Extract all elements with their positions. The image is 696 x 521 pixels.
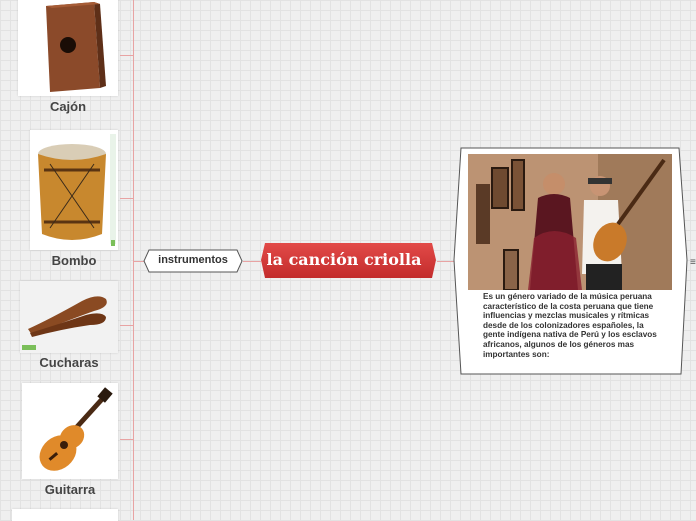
bombo-caption: Bombo (51, 253, 97, 268)
dancers-photo (468, 154, 672, 290)
guitar-icon (39, 387, 113, 471)
cucharas-card[interactable] (20, 281, 118, 353)
bombo-card[interactable] (30, 130, 118, 250)
guitarra-caption: Guitarra (44, 482, 96, 497)
bombo-drum-icon (38, 134, 116, 246)
spoons-icon (20, 281, 118, 353)
instrument-connector-spine (133, 0, 134, 520)
cajon-drum-icon (46, 2, 106, 92)
cajon-caption: Cajón (49, 99, 87, 114)
dancers-with-guitar-icon (468, 154, 672, 290)
partial-card[interactable] (12, 509, 118, 521)
connector-tick-bombo (120, 198, 134, 199)
connector-tick-cajon (120, 55, 134, 56)
cajon-card[interactable] (18, 0, 118, 96)
branch-label: instrumentos (158, 254, 228, 266)
cucharas-caption: Cucharas (39, 355, 99, 370)
branch-node-instrumentos[interactable]: instrumentos (143, 249, 243, 273)
description-node[interactable]: Es un género variado de la música peruan… (453, 146, 689, 376)
connector-tick-guitarra (120, 439, 134, 440)
connector-branch-to-center (243, 261, 261, 262)
collapse-handle-icon[interactable]: ≡ (690, 257, 696, 268)
central-topic-node[interactable]: la canción criolla (260, 242, 437, 279)
connector-tick-cucharas (120, 325, 134, 326)
guitarra-card[interactable] (22, 383, 118, 479)
central-topic-title: la canción criolla (266, 250, 422, 269)
description-text: Es un género variado de la música peruan… (483, 292, 657, 359)
